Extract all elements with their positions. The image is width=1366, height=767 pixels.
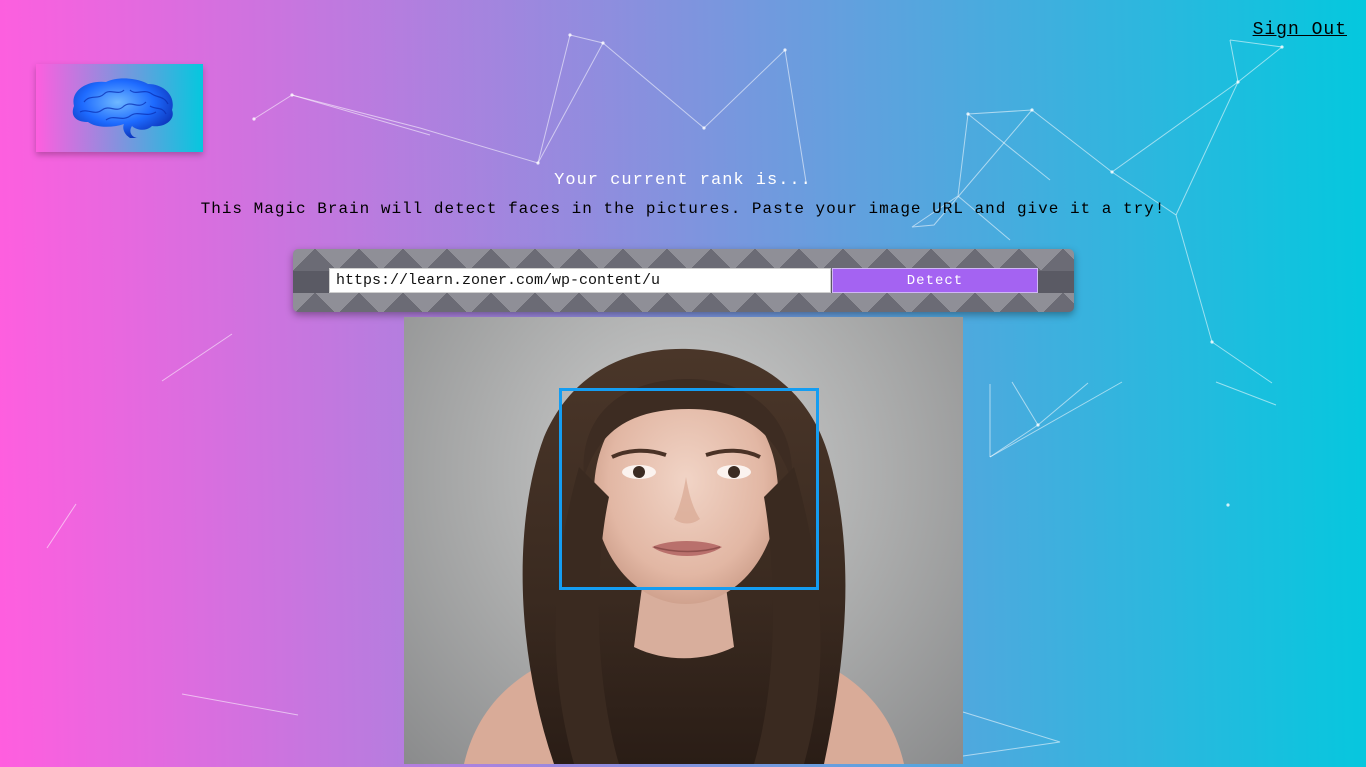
- face-bounding-box: [559, 388, 819, 590]
- image-url-form: Detect: [293, 249, 1074, 312]
- result-image: [404, 317, 963, 764]
- detect-button[interactable]: Detect: [832, 268, 1038, 293]
- sign-out-link[interactable]: Sign Out: [1253, 20, 1347, 40]
- intro-description: This Magic Brain will detect faces in th…: [200, 200, 1166, 218]
- brain-icon: [72, 78, 173, 138]
- rank-heading: Your current rank is...: [554, 171, 812, 190]
- image-url-input[interactable]: [329, 268, 831, 293]
- logo-card[interactable]: [36, 64, 203, 152]
